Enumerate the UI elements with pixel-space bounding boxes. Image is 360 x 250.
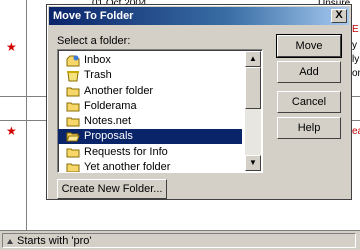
move-button[interactable]: Move xyxy=(276,34,342,58)
flag-star-icon: ★ xyxy=(6,40,17,54)
bg-fragment: E xyxy=(352,24,359,35)
move-to-folder-dialog: Move To Folder X Select a folder: Inbox … xyxy=(46,4,352,200)
folder-item-notes-net[interactable]: Notes.net xyxy=(84,114,135,129)
flag-star-icon: ★ xyxy=(6,124,17,138)
folder-icon xyxy=(66,116,80,127)
status-indicator-icon xyxy=(6,237,14,249)
folder-icon xyxy=(66,86,80,97)
bg-divider xyxy=(26,0,27,230)
create-new-folder-button[interactable]: Create New Folder... xyxy=(57,179,167,199)
close-icon: X xyxy=(335,9,343,21)
scroll-thumb[interactable] xyxy=(245,67,261,109)
folder-item-another-folder[interactable]: Another folder xyxy=(84,84,157,99)
scroll-down-button[interactable]: ▼ xyxy=(245,155,261,171)
bg-divider xyxy=(352,96,360,97)
folder-item-trash[interactable]: Trash xyxy=(84,68,116,83)
scroll-up-button[interactable]: ▲ xyxy=(245,51,261,67)
bg-fragment: ort xyxy=(352,68,360,79)
bg-fragment: ea xyxy=(352,126,360,137)
select-folder-label: Select a folder: xyxy=(57,35,131,47)
arrow-up-icon: ▲ xyxy=(249,54,257,63)
arrow-down-icon: ▼ xyxy=(249,158,257,167)
folder-icon xyxy=(66,147,80,158)
folder-list-scrollbar[interactable]: ▲ ▼ xyxy=(245,51,261,171)
dialog-title: Move To Folder xyxy=(53,10,134,22)
folder-list[interactable]: Inbox Trash Another folder Folderama Not… xyxy=(57,49,263,173)
status-bar: Starts with 'pro' xyxy=(0,230,360,250)
close-button[interactable]: X xyxy=(331,9,347,23)
bg-divider xyxy=(0,96,46,97)
folder-item-requests-for-info[interactable]: Requests for Info xyxy=(84,145,172,160)
bg-divider xyxy=(352,120,360,121)
status-panel: Starts with 'pro' xyxy=(2,233,356,248)
folder-item-inbox[interactable]: Inbox xyxy=(84,53,115,68)
add-button[interactable]: Add xyxy=(277,61,341,83)
help-button[interactable]: Help xyxy=(277,117,341,139)
folder-icon xyxy=(66,162,80,172)
folder-open-icon xyxy=(66,131,80,142)
inbox-icon xyxy=(66,55,80,67)
trash-icon xyxy=(66,70,80,82)
bg-divider xyxy=(0,120,46,121)
bg-fragment: ly L xyxy=(352,54,360,65)
folder-icon xyxy=(66,101,80,112)
status-text: Starts with 'pro' xyxy=(17,235,92,247)
folder-item-folderama[interactable]: Folderama xyxy=(84,99,141,114)
folder-item-proposals[interactable]: Proposals xyxy=(58,129,242,144)
dialog-titlebar[interactable]: Move To Folder X xyxy=(49,7,349,25)
cancel-button[interactable]: Cancel xyxy=(277,91,341,113)
bg-fragment: y xyxy=(352,40,357,51)
folder-item-yet-another-folder[interactable]: Yet another folder xyxy=(84,160,174,172)
